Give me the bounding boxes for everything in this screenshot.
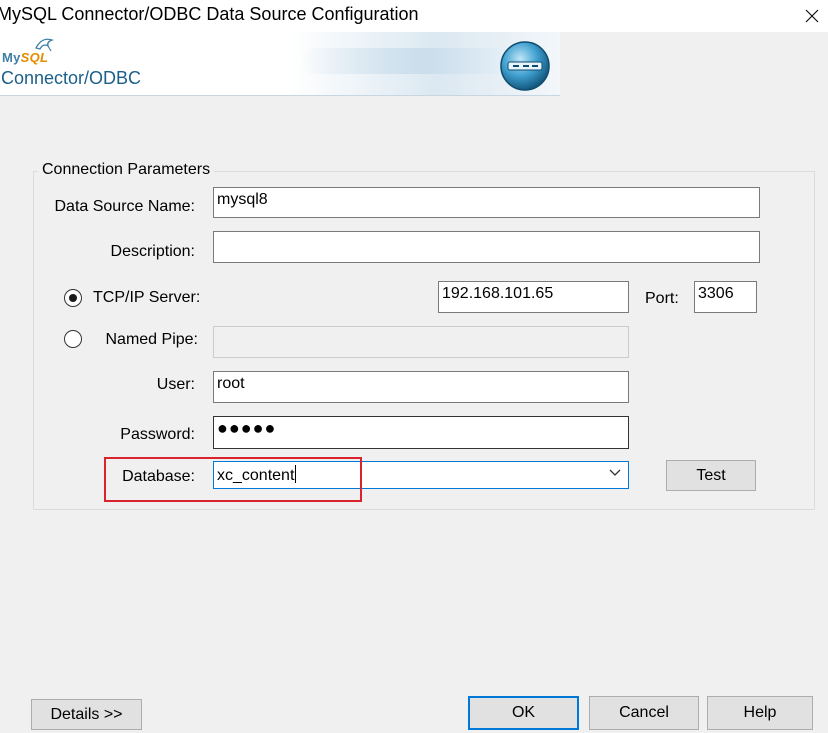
- chevron-down-icon[interactable]: [609, 469, 621, 477]
- banner-divider: [0, 95, 560, 96]
- brand-logo-bottom: Connector/ODBC: [1, 68, 142, 88]
- description-input[interactable]: [213, 231, 760, 263]
- radio-selected-dot: [69, 294, 77, 302]
- test-button[interactable]: Test: [666, 460, 756, 491]
- named-pipe-input[interactable]: [213, 326, 629, 358]
- description-label: Description:: [110, 243, 195, 260]
- brand-my: My: [2, 50, 21, 65]
- named-pipe-radio[interactable]: [64, 330, 82, 348]
- banner-streak: [300, 48, 510, 74]
- group-legend: Connection Parameters: [38, 161, 215, 179]
- password-input[interactable]: ●●●●●: [213, 416, 629, 449]
- help-button[interactable]: Help: [707, 696, 813, 730]
- details-button[interactable]: Details >>: [31, 699, 142, 730]
- title-bar: MySQL Connector/ODBC Data Source Configu…: [0, 0, 828, 32]
- dsn-label: Data Source Name:: [54, 198, 195, 215]
- tcpip-radio[interactable]: [64, 289, 82, 307]
- window-title: MySQL Connector/ODBC Data Source Configu…: [0, 4, 419, 24]
- close-icon: [805, 9, 819, 23]
- user-label: User:: [156, 376, 195, 393]
- password-label: Password:: [120, 426, 195, 443]
- database-highlight-box: [104, 457, 362, 502]
- brand-sql: SQL: [20, 50, 49, 65]
- brand-logo-top: MySQL: [2, 50, 48, 65]
- password-mask: ●●●●●: [217, 418, 277, 438]
- close-button[interactable]: [796, 0, 828, 32]
- port-label: Port:: [645, 290, 679, 307]
- ok-button[interactable]: OK: [468, 696, 579, 730]
- user-input[interactable]: root: [213, 371, 629, 403]
- cancel-button[interactable]: Cancel: [589, 696, 699, 730]
- tcpip-label: TCP/IP Server:: [93, 289, 201, 306]
- port-input[interactable]: 3306: [694, 281, 757, 313]
- named-pipe-label: Named Pipe:: [105, 331, 199, 348]
- dsn-input[interactable]: mysql8: [213, 187, 760, 218]
- server-input[interactable]: 192.168.101.65: [438, 281, 629, 313]
- connector-globe-icon: [500, 41, 550, 91]
